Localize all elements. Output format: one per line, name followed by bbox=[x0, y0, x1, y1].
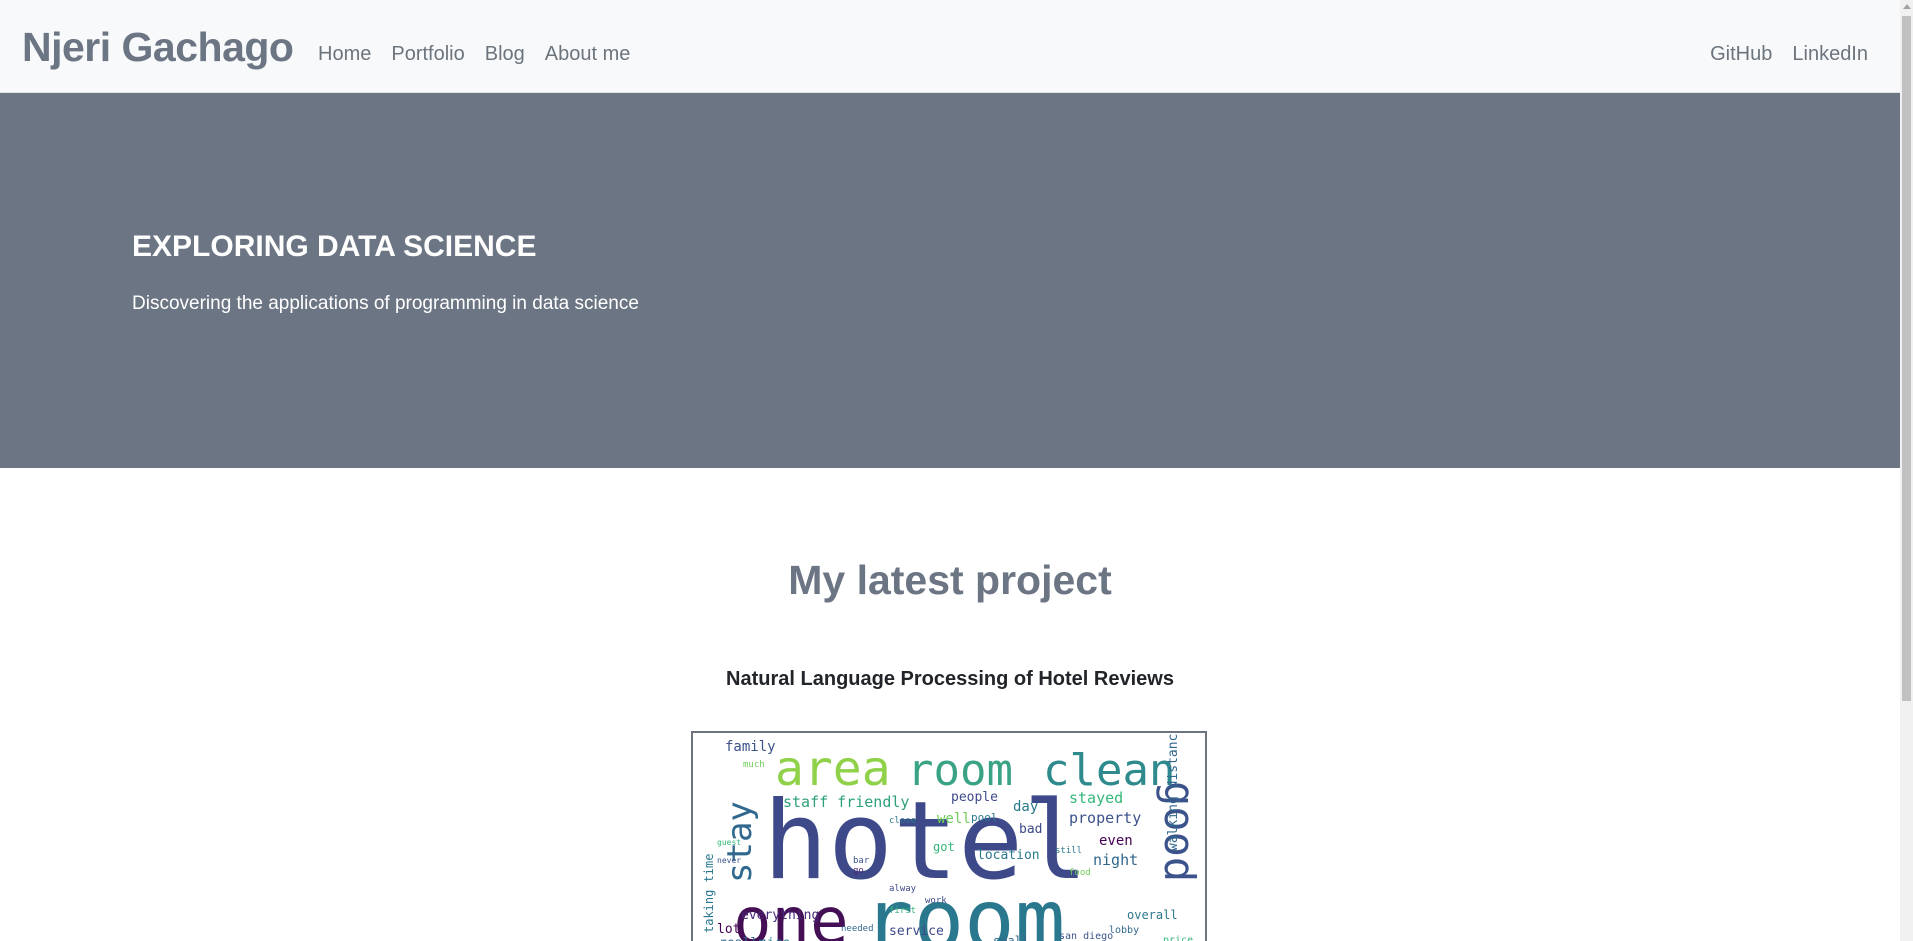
svg-text:lobby: lobby bbox=[1109, 925, 1139, 936]
svg-text:taking time: taking time bbox=[702, 854, 716, 933]
svg-text:small: small bbox=[993, 934, 1029, 941]
nav-portfolio-link[interactable]: Portfolio bbox=[381, 42, 474, 66]
svg-text:pool: pool bbox=[971, 811, 998, 824]
svg-text:bad: bad bbox=[1019, 822, 1042, 837]
svg-text:never: never bbox=[717, 856, 741, 865]
svg-text:needed: needed bbox=[841, 924, 874, 934]
svg-text:day: day bbox=[1013, 799, 1038, 815]
brand-link[interactable]: Njeri Gachago bbox=[22, 24, 294, 71]
nav-home-link[interactable]: Home bbox=[318, 42, 381, 66]
svg-text:night: night bbox=[1093, 851, 1138, 869]
latest-project-heading: My latest project bbox=[788, 557, 1112, 603]
svg-text:still: still bbox=[1055, 846, 1082, 856]
scrollbar-thumb[interactable] bbox=[1902, 16, 1911, 701]
svg-text:got: got bbox=[933, 840, 955, 854]
top-navbar: Njeri Gachago Home Portfolio Blog About … bbox=[0, 0, 1900, 93]
hero-subtitle: Discovering the applications of programm… bbox=[132, 293, 639, 314]
nav-left-group: Home Portfolio Blog About me bbox=[318, 42, 640, 66]
nav-blog-link[interactable]: Blog bbox=[475, 42, 535, 66]
wordcloud-graphic: area room clean hotel one room good stay… bbox=[702, 733, 1204, 941]
nav-linkedin-link[interactable]: LinkedIn bbox=[1782, 42, 1868, 66]
svg-text:walking distance: walking distance bbox=[1166, 733, 1181, 851]
svg-text:go: go bbox=[853, 866, 864, 876]
svg-text:location: location bbox=[977, 848, 1040, 863]
project-title: Natural Language Processing of Hotel Rev… bbox=[726, 668, 1174, 690]
nav-about-link[interactable]: About me bbox=[535, 42, 641, 66]
svg-text:work: work bbox=[925, 896, 947, 906]
svg-text:staff friendly: staff friendly bbox=[783, 793, 909, 811]
wordcloud-image[interactable]: area room clean hotel one room good stay… bbox=[691, 731, 1207, 941]
svg-text:alway: alway bbox=[889, 884, 917, 894]
svg-text:stayed: stayed bbox=[1069, 789, 1123, 807]
svg-text:guest: guest bbox=[717, 838, 741, 847]
svg-text:everything: everything bbox=[741, 908, 819, 923]
svg-text:food: food bbox=[1069, 868, 1091, 878]
hero-title: EXPLORING DATA SCIENCE bbox=[132, 230, 537, 263]
svg-text:well: well bbox=[937, 811, 971, 827]
svg-text:people: people bbox=[951, 790, 998, 805]
svg-text:even: even bbox=[1099, 833, 1133, 849]
page: Njeri Gachago Home Portfolio Blog About … bbox=[0, 0, 1900, 941]
svg-text:much: much bbox=[743, 760, 765, 770]
hero-banner: EXPLORING DATA SCIENCE Discovering the a… bbox=[0, 93, 1900, 468]
svg-text:price: price bbox=[1163, 935, 1193, 941]
svg-text:service: service bbox=[889, 924, 944, 939]
svg-text:family: family bbox=[725, 739, 776, 755]
svg-text:nice: nice bbox=[759, 936, 790, 941]
svg-text:lot: lot bbox=[717, 922, 740, 937]
svg-text:first: first bbox=[889, 906, 916, 916]
svg-text:san diego: san diego bbox=[1059, 931, 1113, 941]
page-scrollbar[interactable] bbox=[1900, 0, 1913, 941]
svg-text:property: property bbox=[1069, 809, 1141, 827]
svg-text:bar: bar bbox=[853, 856, 870, 866]
nav-github-link[interactable]: GitHub bbox=[1700, 42, 1782, 66]
nav-right-group: GitHub LinkedIn bbox=[1700, 42, 1868, 66]
svg-text:close: close bbox=[889, 816, 916, 826]
scroll-up-arrow-icon[interactable] bbox=[1903, 4, 1911, 9]
svg-text:overall: overall bbox=[1127, 908, 1178, 922]
